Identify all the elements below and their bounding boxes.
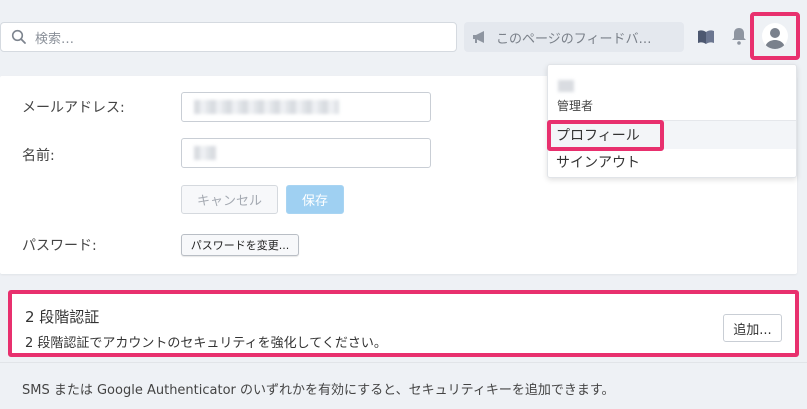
feedback-label: このページのフィードバ… [496, 31, 652, 47]
menu-user-role: 管理者 [557, 99, 594, 113]
top-bar: 検索… このページのフィードバ… [0, 0, 807, 72]
feedback-button[interactable]: このページのフィードバ… [464, 22, 684, 52]
save-button[interactable]: 保存 [286, 185, 344, 214]
book-icon[interactable] [697, 29, 715, 45]
search-placeholder[interactable]: 検索… [35, 28, 74, 47]
name-value-redacted [194, 146, 216, 160]
name-label: 名前: [22, 148, 55, 164]
email-field[interactable] [181, 92, 431, 122]
email-label: メールアドレス: [22, 100, 125, 116]
name-field[interactable] [181, 138, 431, 168]
bell-icon[interactable] [731, 27, 747, 45]
two-factor-title: 2 段階認証 [25, 308, 100, 326]
search-box[interactable]: 検索… [0, 22, 457, 52]
megaphone-icon [473, 31, 484, 43]
change-password-button[interactable]: パスワードを変更... [181, 234, 299, 256]
cancel-button[interactable]: キャンセル [181, 185, 278, 214]
two-factor-panel: 2 段階認証 2 段階認証でアカウントのセキュリティを強化してください。 追加.… [8, 290, 799, 357]
search-icon [11, 29, 26, 44]
add-two-factor-button[interactable]: 追加... [723, 314, 782, 342]
user-avatar-icon [762, 23, 788, 49]
menu-username-redacted [558, 80, 574, 92]
menu-item-sign-out[interactable]: サインアウト [556, 152, 640, 172]
user-avatar-button[interactable] [750, 12, 800, 60]
security-key-note-area: SMS または Google Authenticator のいずれかを有効にする… [0, 362, 807, 409]
security-key-note: SMS または Google Authenticator のいずれかを有効にする… [22, 383, 615, 398]
two-factor-description: 2 段階認証でアカウントのセキュリティを強化してください。 [25, 336, 387, 351]
email-value-redacted [194, 100, 339, 114]
password-label: パスワード: [22, 238, 97, 254]
profile-highlight-box [547, 120, 664, 151]
